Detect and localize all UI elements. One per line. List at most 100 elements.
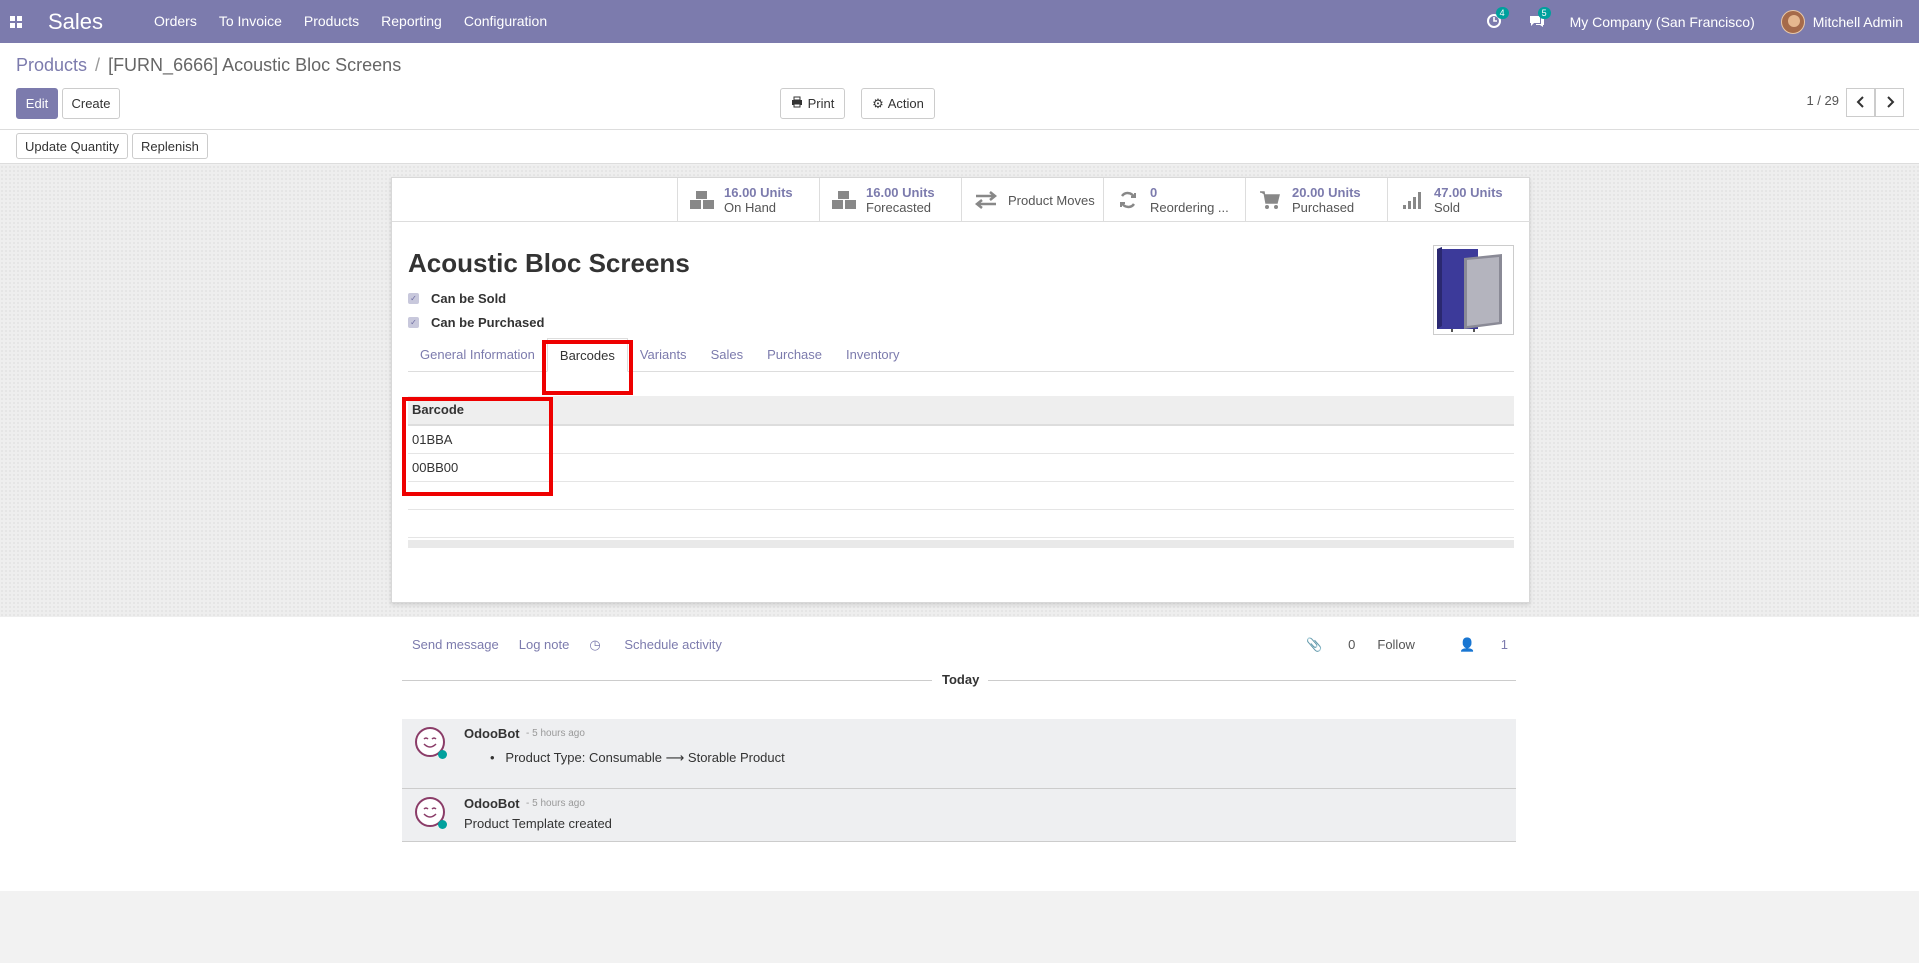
edit-button[interactable]: Edit (16, 88, 58, 119)
menu-reporting[interactable]: Reporting (370, 0, 453, 43)
pager-next-button[interactable] (1875, 88, 1904, 117)
smart-button-reordering[interactable]: 0 Reordering ... (1103, 178, 1245, 222)
tab-variants[interactable]: Variants (628, 338, 699, 371)
replenish-button[interactable]: Replenish (132, 133, 208, 159)
print-button[interactable]: Print (780, 88, 845, 119)
chatter-message: OdooBot - 5 hours ago • Product Type: Co… (402, 719, 1516, 789)
activity-clock-icon[interactable]: 4 (1486, 6, 1509, 31)
action-button[interactable]: ⚙ Action (861, 88, 935, 119)
tab-purchase[interactable]: Purchase (755, 338, 834, 371)
separator-line-right (988, 680, 1516, 681)
create-button[interactable]: Create (62, 88, 120, 119)
control-panel: Products / [FURN_6666] Acoustic Bloc Scr… (0, 43, 1919, 164)
breadcrumb: Products / [FURN_6666] Acoustic Bloc Scr… (16, 55, 401, 76)
smart-button-product-moves[interactable]: Product Moves (961, 178, 1103, 222)
cubes-icon (688, 189, 716, 211)
can-be-purchased-label: Can be Purchased (431, 315, 545, 330)
send-message-button[interactable]: Send message (412, 637, 499, 653)
on-hand-label: On Hand (724, 200, 777, 215)
sold-label: Sold (1434, 200, 1461, 215)
menu-orders[interactable]: Orders (143, 0, 208, 43)
message-author[interactable]: OdooBot (464, 726, 520, 741)
can-be-sold-checkbox[interactable]: ✓ (408, 293, 419, 304)
table-row[interactable]: 01BBA (408, 426, 1514, 454)
user-icon: 👤 (1458, 637, 1476, 652)
pager-previous-button[interactable] (1846, 88, 1875, 117)
menu-products[interactable]: Products (293, 0, 370, 43)
smart-button-on-hand[interactable]: 16.00 Units On Hand (677, 178, 819, 222)
table-row-empty (408, 510, 1514, 538)
follow-button[interactable]: Follow (1377, 637, 1415, 653)
followers-button[interactable]: 👤 1 (1437, 637, 1508, 653)
smart-button-sold[interactable]: 47.00 Units Sold (1387, 178, 1529, 222)
schedule-activity-label: Schedule activity (624, 637, 722, 652)
breadcrumb-separator: / (95, 55, 101, 75)
cart-icon (1256, 189, 1284, 211)
tracking-field: Product Type: (505, 750, 586, 765)
table-footer (408, 540, 1514, 548)
can-be-sold-row: ✓ Can be Sold (408, 291, 506, 306)
message-author[interactable]: OdooBot (464, 796, 520, 811)
separator-line-left (402, 680, 932, 681)
smart-button-purchased[interactable]: 20.00 Units Purchased (1245, 178, 1387, 222)
table-row[interactable]: 00BB00 (408, 454, 1514, 482)
smart-buttons: 16.00 Units On Hand 16.00 Units Forecast… (677, 178, 1530, 222)
messages-chat-icon[interactable]: 5 (1528, 6, 1551, 31)
tracking-new-value: Storable Product (687, 750, 785, 765)
tab-sales[interactable]: Sales (699, 338, 756, 371)
barcode-highlight-box (402, 397, 553, 496)
gear-icon: ⚙ (872, 95, 884, 111)
product-image[interactable] (1433, 245, 1514, 335)
company-switcher[interactable]: My Company (San Francisco) (1570, 14, 1755, 30)
odoobot-avatar[interactable] (415, 727, 447, 759)
top-navbar: Sales Orders To Invoice Products Reporti… (0, 0, 1919, 43)
chevron-left-icon (1856, 95, 1866, 111)
product-moves-label: Product Moves (1008, 192, 1095, 208)
purchased-label: Purchased (1292, 200, 1355, 215)
odoobot-avatar[interactable] (415, 797, 447, 829)
date-separator: Today (402, 670, 1516, 690)
smart-button-forecasted[interactable]: 16.00 Units Forecasted (819, 178, 961, 222)
action-label: Action (887, 96, 924, 111)
schedule-activity-button[interactable]: ◷ Schedule activity (589, 637, 742, 653)
print-icon (791, 96, 803, 111)
breadcrumb-products-link[interactable]: Products (16, 55, 87, 76)
chevron-right-icon (1885, 95, 1895, 111)
tracking-old-value: Consumable (589, 750, 663, 765)
message-time: - 5 hours ago (526, 728, 585, 739)
pager-value[interactable]: 1 / 29 (1806, 93, 1839, 108)
clock-icon: ◷ (589, 637, 601, 652)
menu-configuration[interactable]: Configuration (453, 0, 558, 43)
paperclip-icon: 📎 (1306, 637, 1323, 652)
log-note-button[interactable]: Log note (519, 637, 570, 653)
purchased-value: 20.00 Units (1292, 185, 1361, 200)
signal-icon (1398, 189, 1426, 211)
chatter-followers-bar: 📎 0 Follow 👤 1 (1262, 637, 1508, 653)
refresh-icon (1114, 189, 1142, 211)
apps-menu-icon[interactable] (0, 0, 32, 43)
on-hand-value: 16.00 Units (724, 185, 793, 200)
attachments-button[interactable]: 📎 0 (1284, 637, 1355, 653)
message-time: - 5 hours ago (526, 798, 585, 809)
update-quantity-button[interactable]: Update Quantity (16, 133, 128, 159)
forecasted-value: 16.00 Units (866, 185, 935, 200)
smart-buttons-divider (392, 221, 1531, 222)
chatter: Send message Log note ◷ Schedule activit… (0, 617, 1919, 891)
menu-to-invoice[interactable]: To Invoice (208, 0, 293, 43)
tab-general-information[interactable]: General Information (408, 338, 547, 371)
exchange-icon (972, 189, 1000, 211)
reordering-value: 0 (1150, 185, 1158, 200)
can-be-sold-label: Can be Sold (431, 291, 507, 306)
tab-inventory[interactable]: Inventory (834, 338, 911, 371)
barcode-column-header[interactable]: Barcode (408, 396, 1514, 426)
activity-count-badge: 4 (1495, 6, 1509, 19)
control-divider (0, 129, 1919, 130)
can-be-purchased-checkbox[interactable]: ✓ (408, 317, 419, 328)
breadcrumb-current: [FURN_6666] Acoustic Bloc Screens (108, 55, 402, 75)
user-menu[interactable]: Mitchell Admin (1780, 9, 1903, 34)
print-label: Print (807, 96, 835, 111)
bullet: • (490, 750, 502, 765)
app-title[interactable]: Sales (48, 9, 103, 35)
message-count-badge: 5 (1537, 6, 1551, 19)
reordering-label: Reordering ... (1150, 200, 1229, 215)
